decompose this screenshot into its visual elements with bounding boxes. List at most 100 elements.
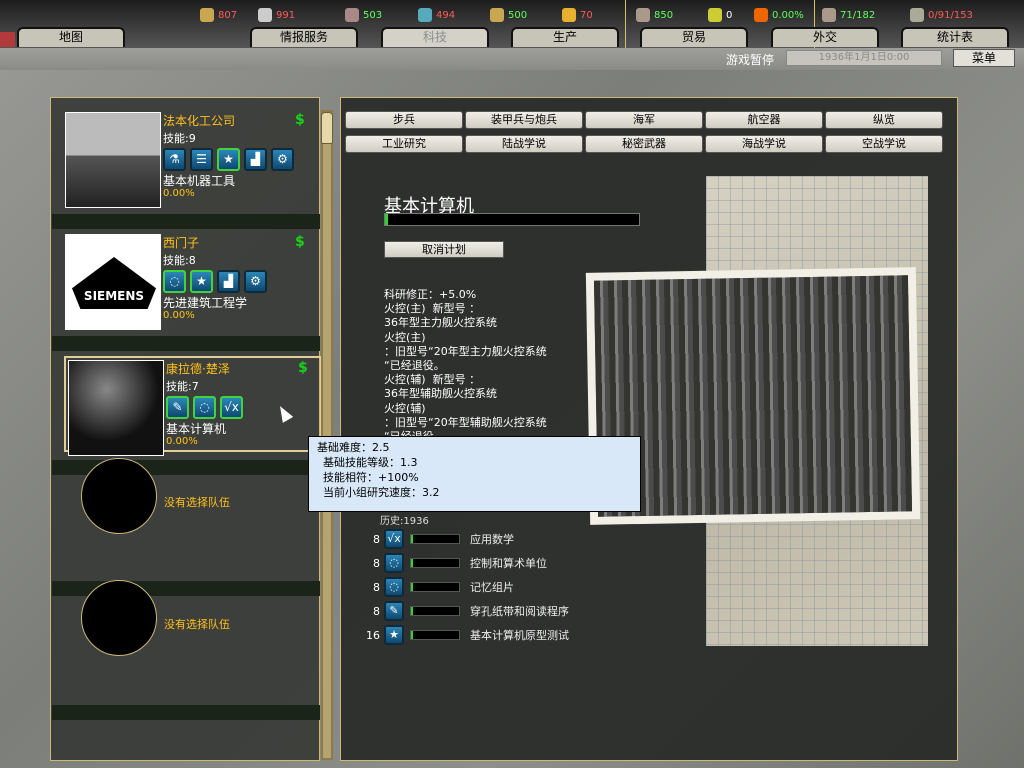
date-display: 1936年1月1日0:00 <box>786 50 942 66</box>
component-row: 8 ◌ 控制和算术单位 <box>366 553 547 573</box>
component-name: 控制和算术单位 <box>470 557 547 570</box>
tab-3[interactable]: 生产 <box>511 27 619 47</box>
cancel-project-button[interactable]: 取消计划 <box>384 241 504 258</box>
team-project: 基本计算机 <box>166 422 227 436</box>
research-team[interactable]: SIEMENS 西门子 $ 技能:8 ◌ ★ ▟ ⚙ 先进建筑工程学 0.00% <box>63 232 321 330</box>
dissent-icon <box>754 8 768 22</box>
star-icon: ★ <box>217 148 240 171</box>
component-progress <box>410 534 460 544</box>
team-progress: 0.00% <box>163 310 195 321</box>
funding-icon: $ <box>298 360 308 376</box>
tooltip-line: 当前小组研究速度：3.2 <box>323 486 440 499</box>
bulb-icon: ◌ <box>384 577 404 597</box>
bulb-icon: ◌ <box>384 553 404 573</box>
resource-value: 807 <box>218 9 238 21</box>
component-level: 8 <box>373 556 380 570</box>
specialty-icons: ◌ ★ ▟ ⚙ <box>163 270 267 293</box>
team-skill: 技能:7 <box>166 380 199 393</box>
component-progress <box>410 582 460 592</box>
database-icon: ☰ <box>190 148 213 171</box>
tech-progress-bar <box>384 213 640 226</box>
category-button[interactable]: 陆战学说 <box>465 135 583 153</box>
component-row: 8 √x 应用数学 <box>366 529 514 549</box>
tooltip-line: 基础技能等级：1.3 <box>323 456 418 469</box>
category-button[interactable]: 航空器 <box>705 111 823 129</box>
bulb-icon: ◌ <box>193 396 216 419</box>
specialty-icons: ⚗ ☰ ★ ▟ ⚙ <box>163 148 294 171</box>
tooltip-line: 基础难度：2.5 <box>317 441 390 454</box>
flask-icon: ⚗ <box>163 148 186 171</box>
description-line: 科研修正：+5.0% <box>384 288 477 301</box>
category-button[interactable]: 海军 <box>585 111 703 129</box>
factory-icon: ▟ <box>217 270 240 293</box>
energy-icon <box>200 8 214 22</box>
supplies-icon <box>490 8 504 22</box>
divisions-icon <box>910 8 924 22</box>
description-line: 火控(主) 新型号 ： <box>384 302 481 316</box>
transport-icon <box>822 8 836 22</box>
star-icon: ★ <box>190 270 213 293</box>
tab-5[interactable]: 外交 <box>771 27 879 47</box>
resource-money: 70 <box>562 8 593 22</box>
nuclear-icon <box>708 8 722 22</box>
tab-6[interactable]: 统计表 <box>901 27 1009 47</box>
description-line: 火控(辅) <box>384 401 426 415</box>
component-row: 16 ★ 基本计算机原型测试 <box>366 625 569 645</box>
menu-button[interactable]: 菜单 <box>953 49 1015 67</box>
category-button[interactable]: 纵览 <box>825 111 943 129</box>
component-level: 8 <box>373 532 380 546</box>
description-line: 火控(辅) 新型号 ： <box>384 373 481 387</box>
tab-0[interactable]: 地图 <box>17 27 125 47</box>
resource-value: 0 <box>726 9 733 21</box>
funding-icon: $ <box>295 234 305 250</box>
tab-1[interactable]: 情报服务 <box>250 27 358 47</box>
tab-4[interactable]: 贸易 <box>640 27 748 47</box>
empty-slot-label: 没有选择队伍 <box>164 496 230 509</box>
category-button[interactable]: 步兵 <box>345 111 463 129</box>
description-line: 火控(主) <box>384 330 426 344</box>
progress-fill <box>411 583 413 591</box>
description-line: “已经退役。 <box>384 359 445 373</box>
scrollbar-thumb[interactable] <box>321 112 333 144</box>
component-level: 8 <box>373 580 380 594</box>
tooltip: 基础难度：2.5 基础技能等级：1.3 技能相符：+100% 当前小组研究速度：3.2 <box>308 436 641 512</box>
team-name: 康拉德·楚泽 <box>166 362 230 376</box>
siemens-logo: SIEMENS <box>72 257 156 309</box>
tech-history: 历史:1936 <box>380 516 429 527</box>
specialty-icons: ✎ ◌ √x <box>166 396 243 419</box>
component-level: 16 <box>366 628 380 642</box>
tab-2[interactable]: 科技 <box>381 27 489 47</box>
team-progress: 0.00% <box>166 436 198 447</box>
category-button[interactable]: 工业研究 <box>345 135 463 153</box>
resource-value: 494 <box>436 9 456 21</box>
resource-value: 850 <box>654 9 674 21</box>
logo-text: SIEMENS <box>83 289 145 303</box>
component-progress <box>410 558 460 568</box>
gears-icon: ⚙ <box>244 270 267 293</box>
pause-status: 游戏暂停 <box>726 53 775 67</box>
scrollbar[interactable] <box>321 110 333 760</box>
factory-icon: ▟ <box>244 148 267 171</box>
resource-value: 503 <box>363 9 383 21</box>
oil-icon <box>418 8 432 22</box>
progress-fill <box>411 535 413 543</box>
divider <box>625 0 626 48</box>
wrench-icon: ✎ <box>384 601 404 621</box>
resource-transport: 71/182 <box>822 8 875 22</box>
description-line: ：旧型号“20年型辅助舰火控系统 <box>384 415 547 429</box>
resource-value: 70 <box>580 9 593 21</box>
category-button[interactable]: 秘密武器 <box>585 135 703 153</box>
category-button[interactable]: 装甲兵与炮兵 <box>465 111 583 129</box>
flag-marker <box>0 32 15 47</box>
component-progress <box>410 630 460 640</box>
resource-oil: 494 <box>418 8 455 22</box>
category-button[interactable]: 空战学说 <box>825 135 943 153</box>
component-name: 应用数学 <box>470 533 514 546</box>
team-photo: SIEMENS <box>65 234 161 330</box>
empty-team-slot[interactable] <box>81 458 157 534</box>
resource-rare-materials: 503 <box>345 8 382 22</box>
empty-slot-label: 没有选择队伍 <box>164 618 230 631</box>
category-button[interactable]: 海战学说 <box>705 135 823 153</box>
research-team[interactable]: 法本化工公司 $ 技能:9 ⚗ ☰ ★ ▟ ⚙ 基本机器工具 0.00% <box>63 110 321 208</box>
empty-team-slot[interactable] <box>81 580 157 656</box>
